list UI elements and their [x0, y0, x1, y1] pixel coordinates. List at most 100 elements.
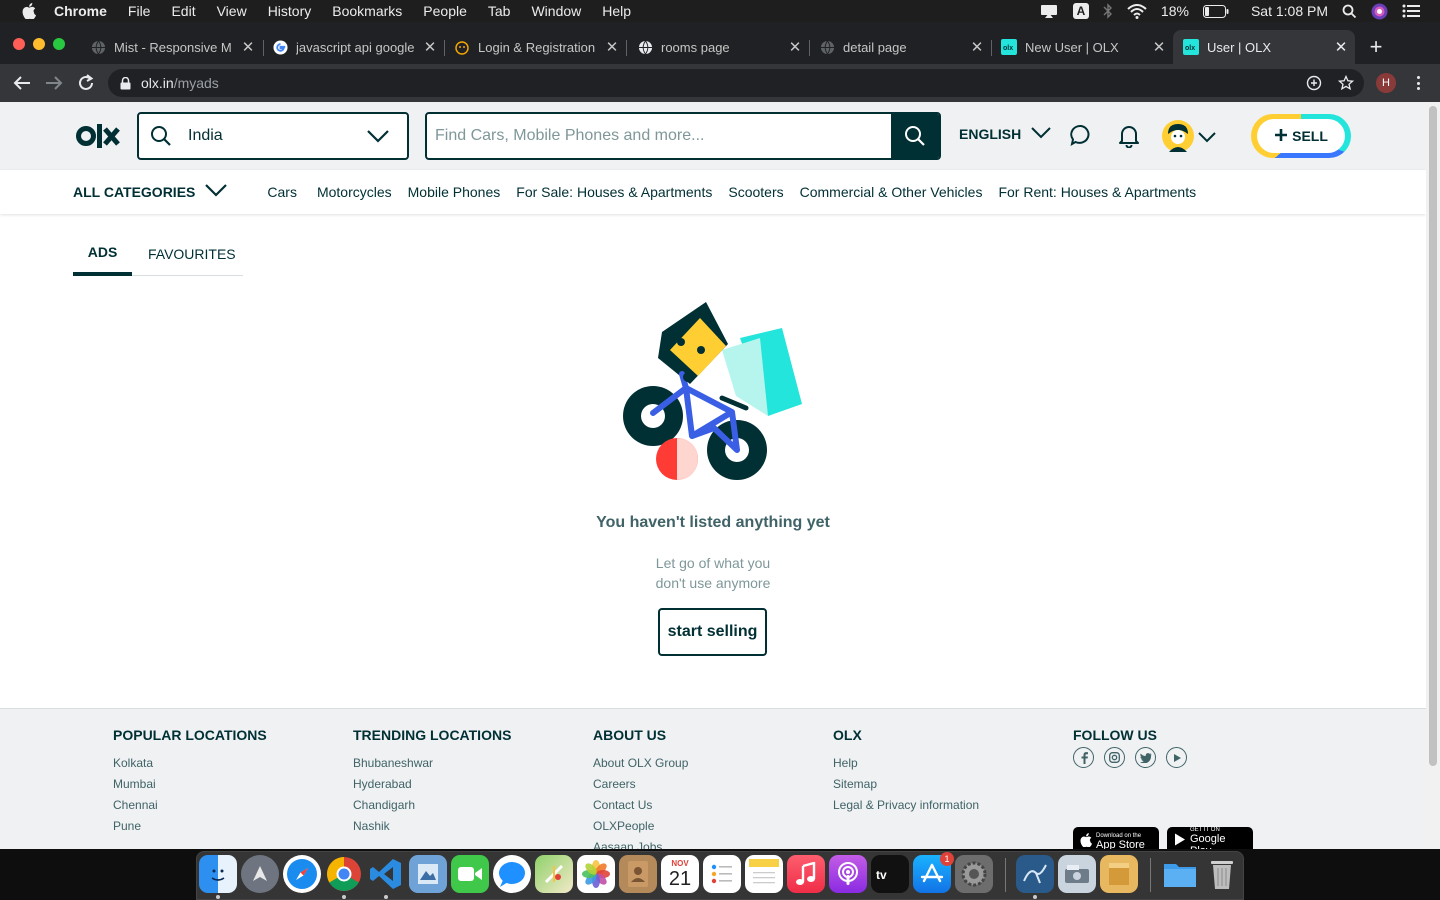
- footer-link[interactable]: Pune: [113, 820, 267, 833]
- vscode-icon[interactable]: [367, 855, 405, 893]
- apple-icon[interactable]: [20, 3, 38, 19]
- menu-people[interactable]: People: [423, 3, 467, 19]
- category-houses-for-rent[interactable]: For Rent: Houses & Apartments: [998, 184, 1196, 200]
- footer-link[interactable]: Bhubaneshwar: [353, 757, 511, 770]
- wifi-icon[interactable]: [1127, 3, 1147, 19]
- browser-tab-3[interactable]: Login & Registration ✕: [444, 30, 626, 64]
- menu-view[interactable]: View: [217, 3, 247, 19]
- location-selector[interactable]: India: [137, 112, 409, 160]
- install-app-icon[interactable]: [1306, 75, 1322, 94]
- airplay-icon[interactable]: [1039, 3, 1059, 19]
- image-capture-icon[interactable]: [1058, 855, 1096, 893]
- close-tab-icon[interactable]: ✕: [240, 38, 256, 56]
- archive-utility-icon[interactable]: [1100, 855, 1138, 893]
- facebook-icon[interactable]: [1073, 747, 1094, 768]
- footer-link[interactable]: About OLX Group: [593, 757, 688, 770]
- new-tab-button[interactable]: +: [1366, 36, 1386, 58]
- notification-bell-icon[interactable]: [1118, 124, 1140, 148]
- close-tab-icon[interactable]: ✕: [604, 38, 620, 56]
- browser-tab-6[interactable]: olx New User | OLX ✕: [991, 30, 1173, 64]
- browser-tab-4[interactable]: rooms page ✕: [627, 30, 809, 64]
- footer-link[interactable]: Nashik: [353, 820, 511, 833]
- mysql-workbench-icon[interactable]: [1016, 855, 1054, 893]
- close-tab-icon[interactable]: ✕: [969, 38, 985, 56]
- footer-link[interactable]: Legal & Privacy information: [833, 799, 979, 812]
- chat-icon[interactable]: [1070, 124, 1092, 146]
- address-bar[interactable]: olx.in/myads: [108, 69, 1364, 97]
- spotlight-search-icon[interactable]: [1342, 4, 1357, 19]
- footer-link[interactable]: Careers: [593, 778, 688, 791]
- category-motorcycles[interactable]: Motorcycles: [317, 184, 392, 200]
- chrome-menu-icon[interactable]: [1413, 74, 1423, 92]
- all-categories-dropdown[interactable]: ALL CATEGORIES: [73, 184, 228, 200]
- start-selling-button[interactable]: start selling: [658, 608, 767, 656]
- back-button[interactable]: [12, 73, 32, 93]
- zoom-window-button[interactable]: [53, 38, 65, 50]
- instagram-icon[interactable]: [1104, 747, 1125, 768]
- menu-app-name[interactable]: Chrome: [54, 3, 107, 19]
- close-tab-icon[interactable]: ✕: [1151, 38, 1167, 56]
- finder-icon[interactable]: [199, 855, 237, 893]
- menu-tab[interactable]: Tab: [488, 3, 511, 19]
- reminders-icon[interactable]: [703, 855, 741, 893]
- maps-icon[interactable]: [535, 855, 573, 893]
- browser-tab-7-active[interactable]: olx User | OLX ✕: [1173, 30, 1355, 64]
- category-houses-for-sale[interactable]: For Sale: Houses & Apartments: [516, 184, 712, 200]
- battery-icon[interactable]: [1202, 4, 1229, 18]
- footer-link[interactable]: Kolkata: [113, 757, 267, 770]
- tab-favourites[interactable]: FAVOURITES: [148, 232, 236, 276]
- category-mobile-phones[interactable]: Mobile Phones: [408, 184, 501, 200]
- menu-window[interactable]: Window: [531, 3, 581, 19]
- chrome-icon[interactable]: [325, 855, 363, 893]
- apple-tv-icon[interactable]: tv: [871, 855, 909, 893]
- menu-file[interactable]: File: [128, 3, 151, 19]
- menu-bookmarks[interactable]: Bookmarks: [332, 3, 402, 19]
- footer-link[interactable]: Contact Us: [593, 799, 688, 812]
- system-preferences-icon[interactable]: [955, 855, 993, 893]
- downloads-folder-icon[interactable]: [1161, 855, 1199, 893]
- language-selector[interactable]: ENGLISH: [959, 126, 1051, 142]
- close-tab-icon[interactable]: ✕: [1333, 38, 1349, 56]
- menu-history[interactable]: History: [268, 3, 312, 19]
- minimize-window-button[interactable]: [33, 38, 45, 50]
- music-icon[interactable]: [787, 855, 825, 893]
- notes-icon[interactable]: [745, 855, 783, 893]
- user-menu[interactable]: [1162, 120, 1216, 157]
- footer-link[interactable]: Chandigarh: [353, 799, 511, 812]
- footer-link[interactable]: Hyderabad: [353, 778, 511, 791]
- search-input[interactable]: [427, 114, 891, 158]
- chevron-down-icon[interactable]: [367, 129, 389, 143]
- forward-button[interactable]: [44, 73, 64, 93]
- category-scooters[interactable]: Scooters: [728, 184, 783, 200]
- browser-tab-1[interactable]: Mist - Responsive M ✕: [80, 30, 262, 64]
- footer-link[interactable]: Sitemap: [833, 778, 979, 791]
- category-commercial-vehicles[interactable]: Commercial & Other Vehicles: [800, 184, 983, 200]
- bluetooth-icon[interactable]: [1103, 3, 1113, 19]
- search-button[interactable]: [891, 114, 939, 158]
- close-tab-icon[interactable]: ✕: [422, 38, 438, 56]
- page-scrollbar[interactable]: [1426, 102, 1440, 849]
- browser-tab-2[interactable]: javascript api google ✕: [262, 30, 444, 64]
- trash-icon[interactable]: [1203, 855, 1241, 893]
- close-tab-icon[interactable]: ✕: [787, 38, 803, 56]
- category-cars[interactable]: Cars: [267, 184, 297, 200]
- profile-avatar[interactable]: H: [1376, 73, 1396, 93]
- safari-icon[interactable]: [283, 855, 321, 893]
- reload-button[interactable]: [76, 73, 96, 93]
- facetime-icon[interactable]: [451, 855, 489, 893]
- menubar-clock[interactable]: Sat 1:08 PM: [1251, 3, 1328, 19]
- footer-link[interactable]: Chennai: [113, 799, 267, 812]
- footer-link[interactable]: Aasaan Jobs: [593, 841, 688, 850]
- youtube-icon[interactable]: [1166, 747, 1187, 768]
- sell-button[interactable]: SELL: [1251, 114, 1351, 158]
- tab-ads[interactable]: ADS: [73, 232, 132, 276]
- scrollbar-thumb[interactable]: [1429, 106, 1437, 766]
- menu-help[interactable]: Help: [602, 3, 631, 19]
- input-source-icon[interactable]: A: [1072, 3, 1089, 19]
- app-store-badge[interactable]: Download on the App Store: [1073, 827, 1159, 849]
- preview-icon[interactable]: [409, 855, 447, 893]
- podcasts-icon[interactable]: [829, 855, 867, 893]
- olx-logo[interactable]: [76, 124, 120, 153]
- notification-center-icon[interactable]: [1402, 4, 1420, 18]
- twitter-icon[interactable]: [1135, 747, 1156, 768]
